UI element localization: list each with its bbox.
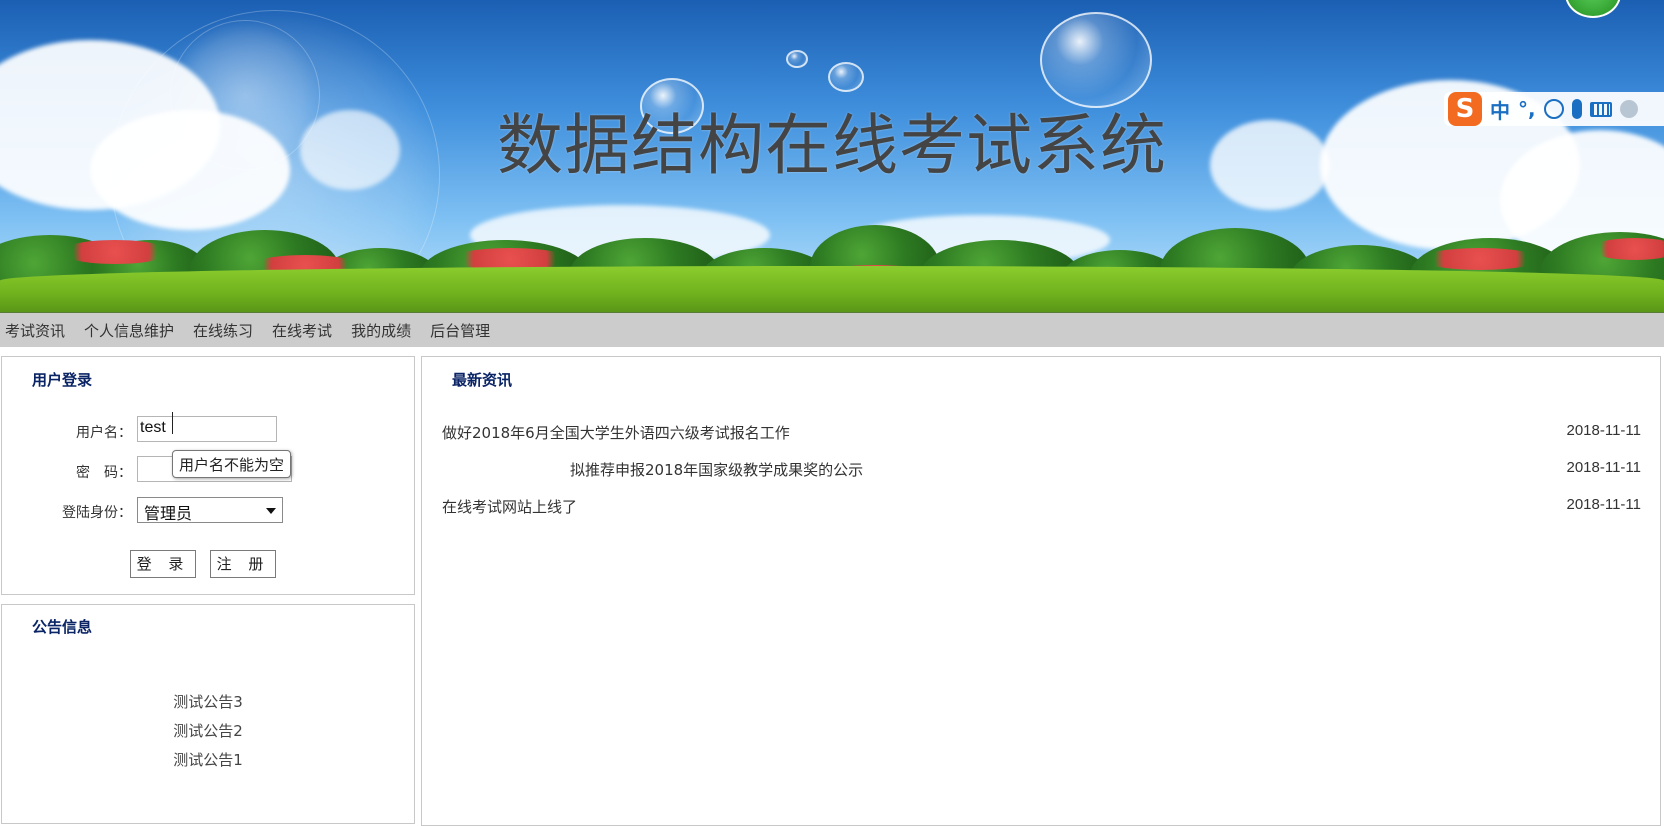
user-icon[interactable] <box>1619 100 1638 118</box>
chevron-down-icon <box>266 508 276 514</box>
password-label: 密 码： <box>76 465 132 481</box>
role-select[interactable]: 管理员 <box>137 497 283 523</box>
notice-panel <box>1 604 415 824</box>
flowers-decoration <box>60 240 170 264</box>
login-panel-title: 用户登录 <box>32 371 93 389</box>
ime-mode-toggle[interactable]: 中 <box>1490 95 1510 124</box>
grass-decoration <box>0 266 1664 312</box>
main-nav: 考试资讯 个人信息维护 在线练习 在线考试 我的成绩 后台管理 <box>0 313 1664 347</box>
floating-widget-icon[interactable] <box>1565 0 1621 18</box>
role-select-value: 管理员 <box>144 504 193 523</box>
text-cursor-icon <box>172 412 180 434</box>
bubble-decoration <box>828 62 864 92</box>
nav-item-practice[interactable]: 在线练习 <box>193 320 253 341</box>
role-label: 登陆身份： <box>62 505 132 521</box>
login-button[interactable]: 登 录 <box>130 550 196 578</box>
nav-item-my-scores[interactable]: 我的成绩 <box>351 320 411 341</box>
notice-item[interactable]: 测试公告1 <box>1 749 415 770</box>
news-item-date: 2018-11-11 <box>1566 459 1641 476</box>
keyboard-icon[interactable] <box>1589 101 1612 117</box>
nav-item-profile[interactable]: 个人信息维护 <box>84 320 174 341</box>
nav-item-online-exam[interactable]: 在线考试 <box>272 320 332 341</box>
news-panel-title: 最新资讯 <box>452 371 513 389</box>
username-label: 用户名： <box>76 425 132 441</box>
notice-item[interactable]: 测试公告3 <box>1 691 415 712</box>
emoji-icon[interactable] <box>1543 99 1564 119</box>
ime-punct-toggle[interactable]: °, <box>1518 97 1536 121</box>
nav-item-exam-news[interactable]: 考试资讯 <box>5 320 65 341</box>
nav-item-admin[interactable]: 后台管理 <box>430 320 490 341</box>
flowers-decoration <box>1420 248 1540 270</box>
news-item-date: 2018-11-11 <box>1566 496 1641 513</box>
news-item-title[interactable]: 在线考试网站上线了 <box>442 496 577 517</box>
username-input[interactable]: test <box>137 416 277 442</box>
register-button[interactable]: 注 册 <box>210 550 276 578</box>
site-title: 数据结构在线考试系统 <box>497 107 1167 184</box>
news-item-title[interactable]: 做好2018年6月全国大学生外语四六级考试报名工作 <box>442 422 790 443</box>
news-item-title[interactable]: 拟推荐申报2018年国家级教学成果奖的公示 <box>570 459 863 480</box>
header-banner: 数据结构在线考试系统 S 中 °, <box>0 0 1664 313</box>
bubble-decoration <box>786 50 808 68</box>
notice-panel-title: 公告信息 <box>32 618 93 636</box>
microphone-icon[interactable] <box>1571 99 1582 119</box>
validation-tooltip: 用户名不能为空 <box>172 450 292 478</box>
ime-toolbar[interactable]: S 中 °, <box>1444 92 1664 126</box>
news-item-date: 2018-11-11 <box>1566 422 1641 439</box>
ime-logo-icon[interactable]: S <box>1448 92 1482 126</box>
notice-item[interactable]: 测试公告2 <box>1 720 415 741</box>
